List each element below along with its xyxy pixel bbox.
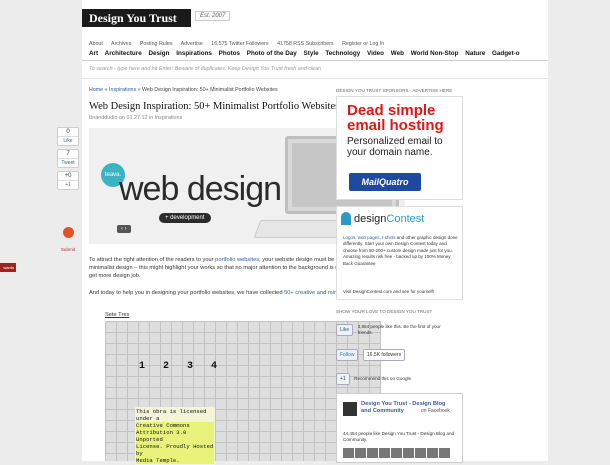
avatar[interactable]	[367, 448, 378, 458]
nav-advertise[interactable]: Advertise	[181, 41, 203, 47]
tweet-label: Tweet	[61, 160, 75, 166]
page: Design You Trust Est. 2007 About Archive…	[82, 0, 548, 465]
designcontest-visit[interactable]: Visit DesignContest.com and see for your…	[343, 289, 434, 294]
cat-art[interactable]: Art	[89, 50, 98, 57]
cat-design[interactable]: Design	[148, 50, 169, 57]
facebook-page-box: Design You Trust - Design Blog and Commu…	[336, 393, 463, 463]
site-logo[interactable]: Design You Trust	[82, 9, 191, 27]
submit-label: Submit	[60, 247, 76, 252]
twitter-followers-count: 16.5K followers	[362, 348, 406, 361]
nav-posting-rules[interactable]: Posting Rules	[140, 41, 173, 47]
google-plus-widget: +1 Recommend this on Google	[336, 370, 446, 385]
tweet-button[interactable]: 7 Tweet	[57, 149, 79, 168]
plus-label: +1	[65, 182, 71, 188]
fb-on-facebook: on Facebook	[421, 408, 450, 414]
designcontest-logo: designContest	[354, 213, 425, 225]
facebook-like-button[interactable]: 0 Like	[57, 127, 79, 146]
avatar[interactable]	[403, 448, 414, 458]
avatar[interactable]	[379, 448, 390, 458]
avatar[interactable]	[391, 448, 402, 458]
cat-world-non-stop[interactable]: World Non-Stop	[411, 50, 459, 57]
hero-pager[interactable]: ‹ ›	[117, 225, 131, 233]
nav-login[interactable]: Register or Log In	[342, 41, 384, 47]
avatar[interactable]	[343, 448, 354, 458]
twitter-follow-btn[interactable]: Follow	[336, 348, 359, 361]
cat-photo-of-the-day[interactable]: Photo of the Day	[247, 50, 297, 57]
cat-style[interactable]: Style	[304, 50, 319, 57]
cat-video[interactable]: Video	[367, 50, 384, 57]
plus-count: +0	[58, 172, 78, 181]
mailquatro-logo: MailQuatro	[349, 173, 421, 191]
breadcrumb-section[interactable]: Inspirations	[109, 87, 136, 93]
facebook-like-text: 3,864 people like this. Be the first of …	[357, 323, 441, 335]
portfolio-websites-link[interactable]: portfolio websites	[215, 257, 259, 263]
designcontest-icon	[341, 212, 351, 225]
item-title[interactable]: Sete Tres	[105, 312, 129, 318]
ad-subline: Personalized email to your domain name.	[347, 136, 443, 158]
screenshot-numbers: 1 2 3 4	[139, 361, 218, 372]
tweet-count: 7	[58, 150, 78, 159]
love-label: SHOW YOUR LOVE TO DESIGN YOU TRUST	[336, 309, 433, 314]
google-plus-btn[interactable]: +1	[336, 372, 350, 385]
divider	[82, 60, 548, 61]
nav-rss[interactable]: 41758 RSS Subscribers	[277, 41, 334, 47]
cat-inspirations[interactable]: Inspirations	[176, 50, 212, 57]
like-count: 0	[58, 128, 78, 137]
nav-twitter[interactable]: 16,575 Twitter Followers	[211, 41, 268, 47]
cat-architecture[interactable]: Architecture	[105, 50, 142, 57]
divider	[82, 78, 548, 79]
designcontest-desc: Logos, web pages, t-shirts and other gra…	[343, 235, 458, 266]
facebook-like-widget: Like 3,864 people like this. Be the firs…	[336, 321, 450, 336]
avatar[interactable]	[439, 448, 450, 458]
avatar[interactable]	[415, 448, 426, 458]
sponsors-label[interactable]: DESIGN YOU TRUST SPONSORS · ADVERTISE HE…	[336, 88, 452, 93]
hero-headline: web design	[119, 170, 282, 208]
cat-technology[interactable]: Technology	[325, 50, 360, 57]
cat-web[interactable]: Web	[391, 50, 404, 57]
post-meta: tbranddudio on 01.27.12 in Inspirations	[89, 115, 183, 121]
twitter-follow-widget: Follow 16.5K followers	[336, 346, 406, 361]
top-nav: About Archives Posting Rules Advertise 1…	[89, 41, 391, 47]
avatar[interactable]	[427, 448, 438, 458]
breadcrumb-home[interactable]: Home	[89, 87, 103, 93]
cat-nature[interactable]: Nature	[465, 50, 485, 57]
stumble-submit-button[interactable]: Submit	[57, 227, 79, 256]
google-plus-text: Recommend this on Google	[354, 375, 412, 381]
stumbleupon-icon	[62, 227, 74, 238]
designcontest-ad[interactable]: designContest Logos, web pages, t-shirts…	[336, 206, 463, 300]
screenshot-license: This obra is licensed under a Creative C…	[135, 407, 215, 465]
avatar[interactable]	[355, 448, 366, 458]
search-input[interactable]: To search - type here and hit Enter! Bew…	[89, 66, 323, 72]
breadcrumb-current: Web Design Inspiration: 50+ Minimalist P…	[142, 87, 278, 93]
like-label: Like	[63, 138, 73, 144]
cat-gadget[interactable]: Gadget-o	[492, 50, 520, 57]
fb-like-count: 44,454 people like Design You Trust - De…	[343, 431, 455, 442]
category-nav: Art Architecture Design Inspirations Pho…	[89, 50, 525, 57]
mailquatro-ad[interactable]: Dead simple email hosting Personalized em…	[336, 96, 463, 200]
google-plus-button[interactable]: +0 +1	[57, 171, 79, 190]
est-badge: Est. 2007	[195, 11, 231, 21]
post-title[interactable]: Web Design Inspiration: 50+ Minimalist P…	[89, 101, 339, 112]
nav-about[interactable]: About	[89, 41, 103, 47]
cat-photos[interactable]: Photos	[219, 50, 240, 57]
fb-faces	[343, 445, 458, 458]
ad-headline: Dead simple email hosting	[347, 102, 444, 134]
share-bar: 0 Like 7 Tweet +0 +1	[57, 127, 79, 193]
facebook-like-btn[interactable]: Like	[336, 323, 354, 336]
hero-tag: + development	[159, 213, 211, 223]
side-tab-awards[interactable]: wards	[0, 263, 16, 272]
breadcrumb: Home » Inspirations » Web Design Inspira…	[89, 87, 278, 93]
nav-archives[interactable]: Archives	[111, 41, 131, 47]
page-avatar[interactable]	[343, 402, 357, 416]
